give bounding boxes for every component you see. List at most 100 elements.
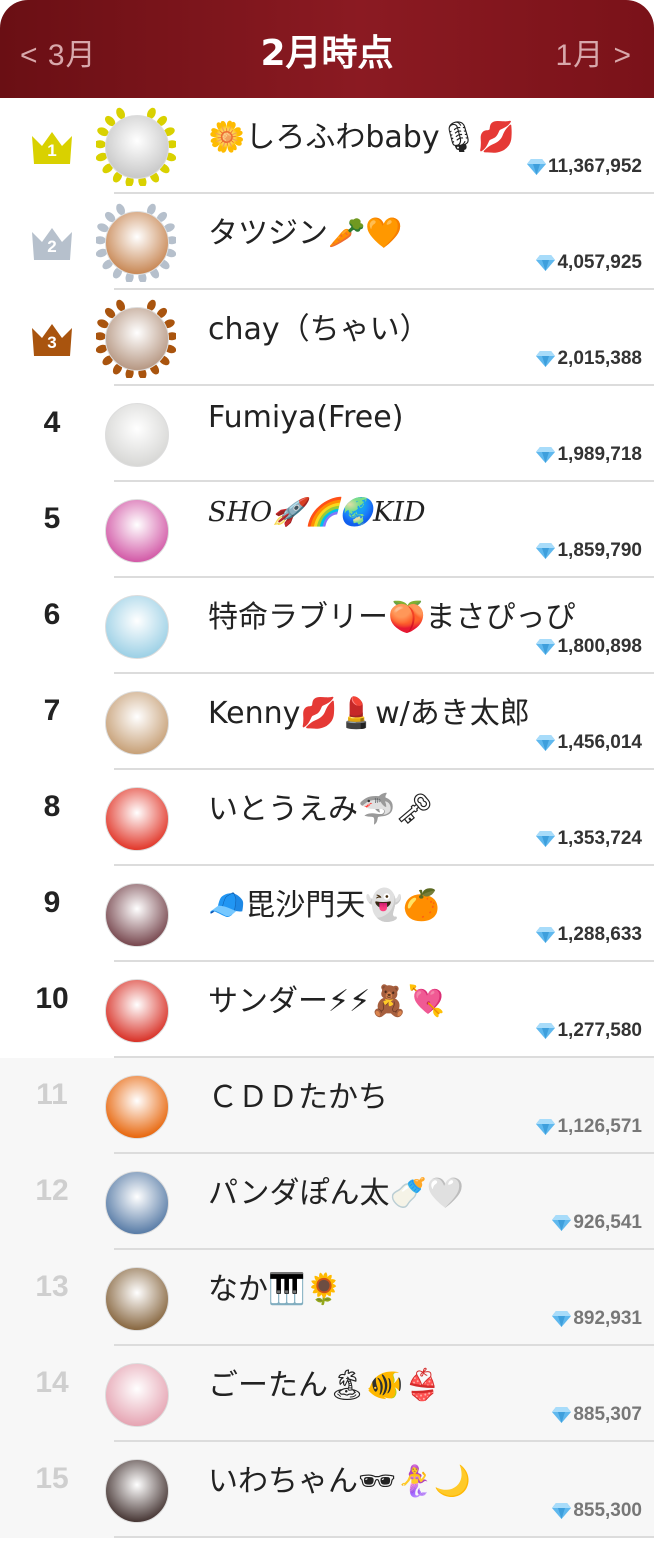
avatar-image xyxy=(105,307,169,371)
ranking-row[interactable]: 12 パンダぽん太🍼🤍 926,541 xyxy=(0,1154,654,1250)
avatar-image xyxy=(105,403,169,467)
ranking-row[interactable]: 9 🧢毘沙門天👻🍊 1,288,633 xyxy=(0,866,654,962)
diamond-icon xyxy=(552,1503,573,1519)
score-value: 1,456,014 xyxy=(557,732,642,753)
rank-number: 14 xyxy=(35,1366,69,1399)
ranking-row[interactable]: 5 SHO🚀🌈🌏KID 1,859,790 xyxy=(0,482,654,578)
avatar[interactable] xyxy=(96,970,176,1050)
avatar-image xyxy=(105,1075,169,1139)
avatar[interactable] xyxy=(96,394,176,474)
diamond-icon xyxy=(536,831,557,847)
avatar[interactable] xyxy=(96,1354,176,1434)
score: 1,859,790 xyxy=(536,540,642,562)
ranking-row[interactable]: 14 ごーたん🏝🐠👙 885,307 xyxy=(0,1346,654,1442)
avatar-image xyxy=(105,1459,169,1523)
avatar[interactable] xyxy=(96,1450,176,1530)
diamond-icon xyxy=(526,159,548,175)
username: ごーたん🏝🐠👙 xyxy=(208,1368,441,1403)
ranking-row[interactable]: 6 特命ラブリー🍑まさぴっぴ 1,800,898 xyxy=(0,578,654,674)
score: 11,367,952 xyxy=(526,156,642,178)
avatar-image xyxy=(105,883,169,947)
score: 1,989,718 xyxy=(536,444,642,466)
score-value: 4,057,925 xyxy=(557,252,642,273)
rank-number: 8 xyxy=(43,790,61,823)
avatar[interactable] xyxy=(96,1162,176,1242)
score: 1,277,580 xyxy=(536,1020,642,1042)
diamond-icon xyxy=(536,927,557,943)
username: 🧢毘沙門天👻🍊 xyxy=(208,888,441,923)
avatar[interactable] xyxy=(96,106,176,186)
score-value: 2,015,388 xyxy=(557,348,642,369)
score: 855,300 xyxy=(552,1500,642,1522)
username: パンダぽん太🍼🤍 xyxy=(208,1176,465,1211)
ranking-row[interactable]: 4 Fumiya(Free) 1,989,718 xyxy=(0,386,654,482)
avatar-image xyxy=(105,1363,169,1427)
score-value: 855,300 xyxy=(573,1500,642,1521)
ranking-row[interactable]: 8 いとうえみ🦈🗝 1,353,724 xyxy=(0,770,654,866)
divider xyxy=(114,1536,654,1538)
score: 1,353,724 xyxy=(536,828,642,850)
username: chay（ちゃい） xyxy=(208,312,430,347)
ranking-list: 1 🌼しろふわbaby🎙💋 11,367,952 2 タツジン🥕🧡 4,057,925 3 c… xyxy=(0,98,654,1538)
avatar[interactable] xyxy=(96,778,176,858)
ranking-row[interactable]: 11 ＣＤＤたかち 1,126,571 xyxy=(0,1058,654,1154)
score: 1,288,633 xyxy=(536,924,642,946)
avatar-image xyxy=(105,787,169,851)
diamond-icon xyxy=(536,255,557,271)
score: 4,057,925 xyxy=(536,252,642,274)
score-value: 926,541 xyxy=(573,1212,642,1233)
score-value: 1,353,724 xyxy=(557,828,642,849)
avatar-image xyxy=(105,1267,169,1331)
crown-gold-icon: 1 xyxy=(30,128,74,166)
diamond-icon xyxy=(536,447,557,463)
score-value: 11,367,952 xyxy=(547,156,642,177)
avatar[interactable] xyxy=(96,202,176,282)
avatar[interactable] xyxy=(96,490,176,570)
score-value: 1,800,898 xyxy=(557,636,642,657)
username: 特命ラブリー🍑まさぴっぴ xyxy=(208,600,576,635)
score: 2,015,388 xyxy=(536,348,642,370)
username: サンダー⚡⚡🧸💘 xyxy=(208,984,445,1019)
next-month-button[interactable]: 1月 > xyxy=(555,30,632,74)
diamond-icon xyxy=(536,351,557,367)
avatar[interactable] xyxy=(96,1066,176,1146)
avatar[interactable] xyxy=(96,874,176,954)
username: いわちゃん🕶🧜‍♀️🌙 xyxy=(208,1464,471,1499)
avatar-image xyxy=(105,1171,169,1235)
ranking-row[interactable]: 3 chay（ちゃい） 2,015,388 xyxy=(0,290,654,386)
rank-number: 4 xyxy=(43,406,61,439)
ranking-row[interactable]: 10 サンダー⚡⚡🧸💘 1,277,580 xyxy=(0,962,654,1058)
score: 892,931 xyxy=(552,1308,642,1330)
diamond-icon xyxy=(536,1023,557,1039)
username: ＣＤＤたかち xyxy=(208,1080,388,1115)
score-value: 1,989,718 xyxy=(557,444,642,465)
rank-number: 10 xyxy=(35,982,69,1015)
avatar[interactable] xyxy=(96,586,176,666)
score: 1,126,571 xyxy=(536,1116,642,1138)
diamond-icon xyxy=(552,1311,573,1327)
score-value: 1,288,633 xyxy=(557,924,642,945)
rank-number: 1 xyxy=(47,141,57,160)
rank-number: 7 xyxy=(43,694,61,727)
username: タツジン🥕🧡 xyxy=(208,216,403,251)
rank-number: 15 xyxy=(35,1462,69,1495)
ranking-row[interactable]: 15 いわちゃん🕶🧜‍♀️🌙 855,300 xyxy=(0,1442,654,1538)
diamond-icon xyxy=(536,639,557,655)
avatar[interactable] xyxy=(96,1258,176,1338)
avatar[interactable] xyxy=(96,298,176,378)
ranking-row[interactable]: 7 Kenny💋💄w/あき太郎 1,456,014 xyxy=(0,674,654,770)
score-value: 1,859,790 xyxy=(557,540,642,561)
crown-bronze-icon: 3 xyxy=(30,320,74,358)
score: 1,456,014 xyxy=(536,732,642,754)
diamond-icon xyxy=(536,1119,557,1135)
avatar-image xyxy=(105,595,169,659)
avatar-image xyxy=(105,691,169,755)
ranking-row[interactable]: 2 タツジン🥕🧡 4,057,925 xyxy=(0,194,654,290)
crown-silver-icon: 2 xyxy=(30,224,74,262)
avatar-image xyxy=(105,211,169,275)
avatar[interactable] xyxy=(96,682,176,762)
ranking-row[interactable]: 13 なか🎹🌻 892,931 xyxy=(0,1250,654,1346)
score-value: 892,931 xyxy=(573,1308,642,1329)
score-value: 1,277,580 xyxy=(557,1020,642,1041)
ranking-row[interactable]: 1 🌼しろふわbaby🎙💋 11,367,952 xyxy=(0,98,654,194)
